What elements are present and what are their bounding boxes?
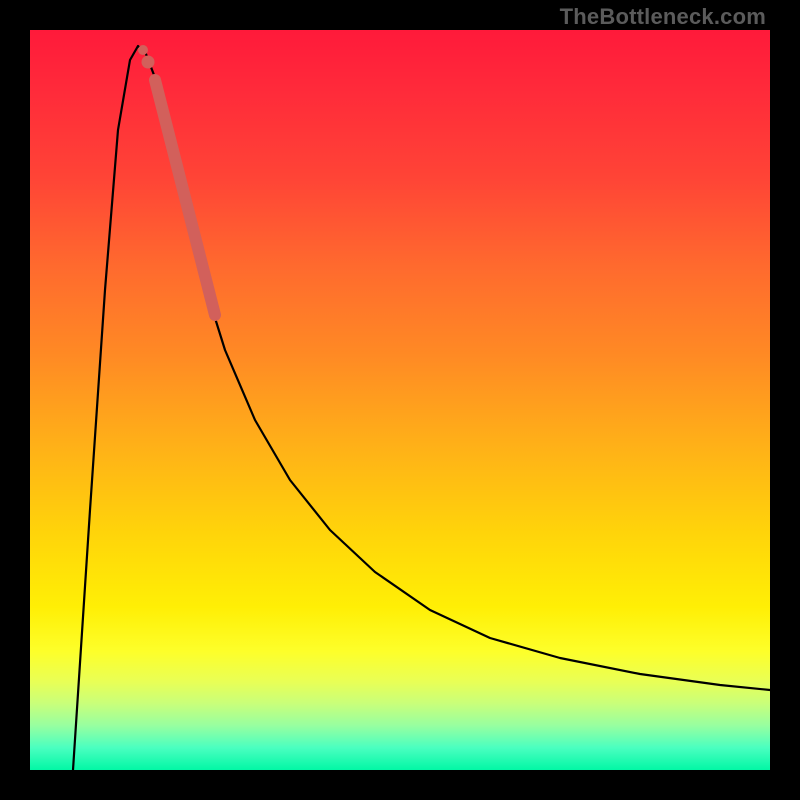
curve-svg: [30, 30, 770, 770]
watermark-text: TheBottleneck.com: [560, 4, 766, 30]
emphasis-dot: [142, 56, 155, 69]
emphasis-dot: [138, 45, 148, 55]
plot-area: [30, 30, 770, 770]
emphasis-segment: [155, 80, 215, 315]
chart-frame: TheBottleneck.com: [0, 0, 800, 800]
